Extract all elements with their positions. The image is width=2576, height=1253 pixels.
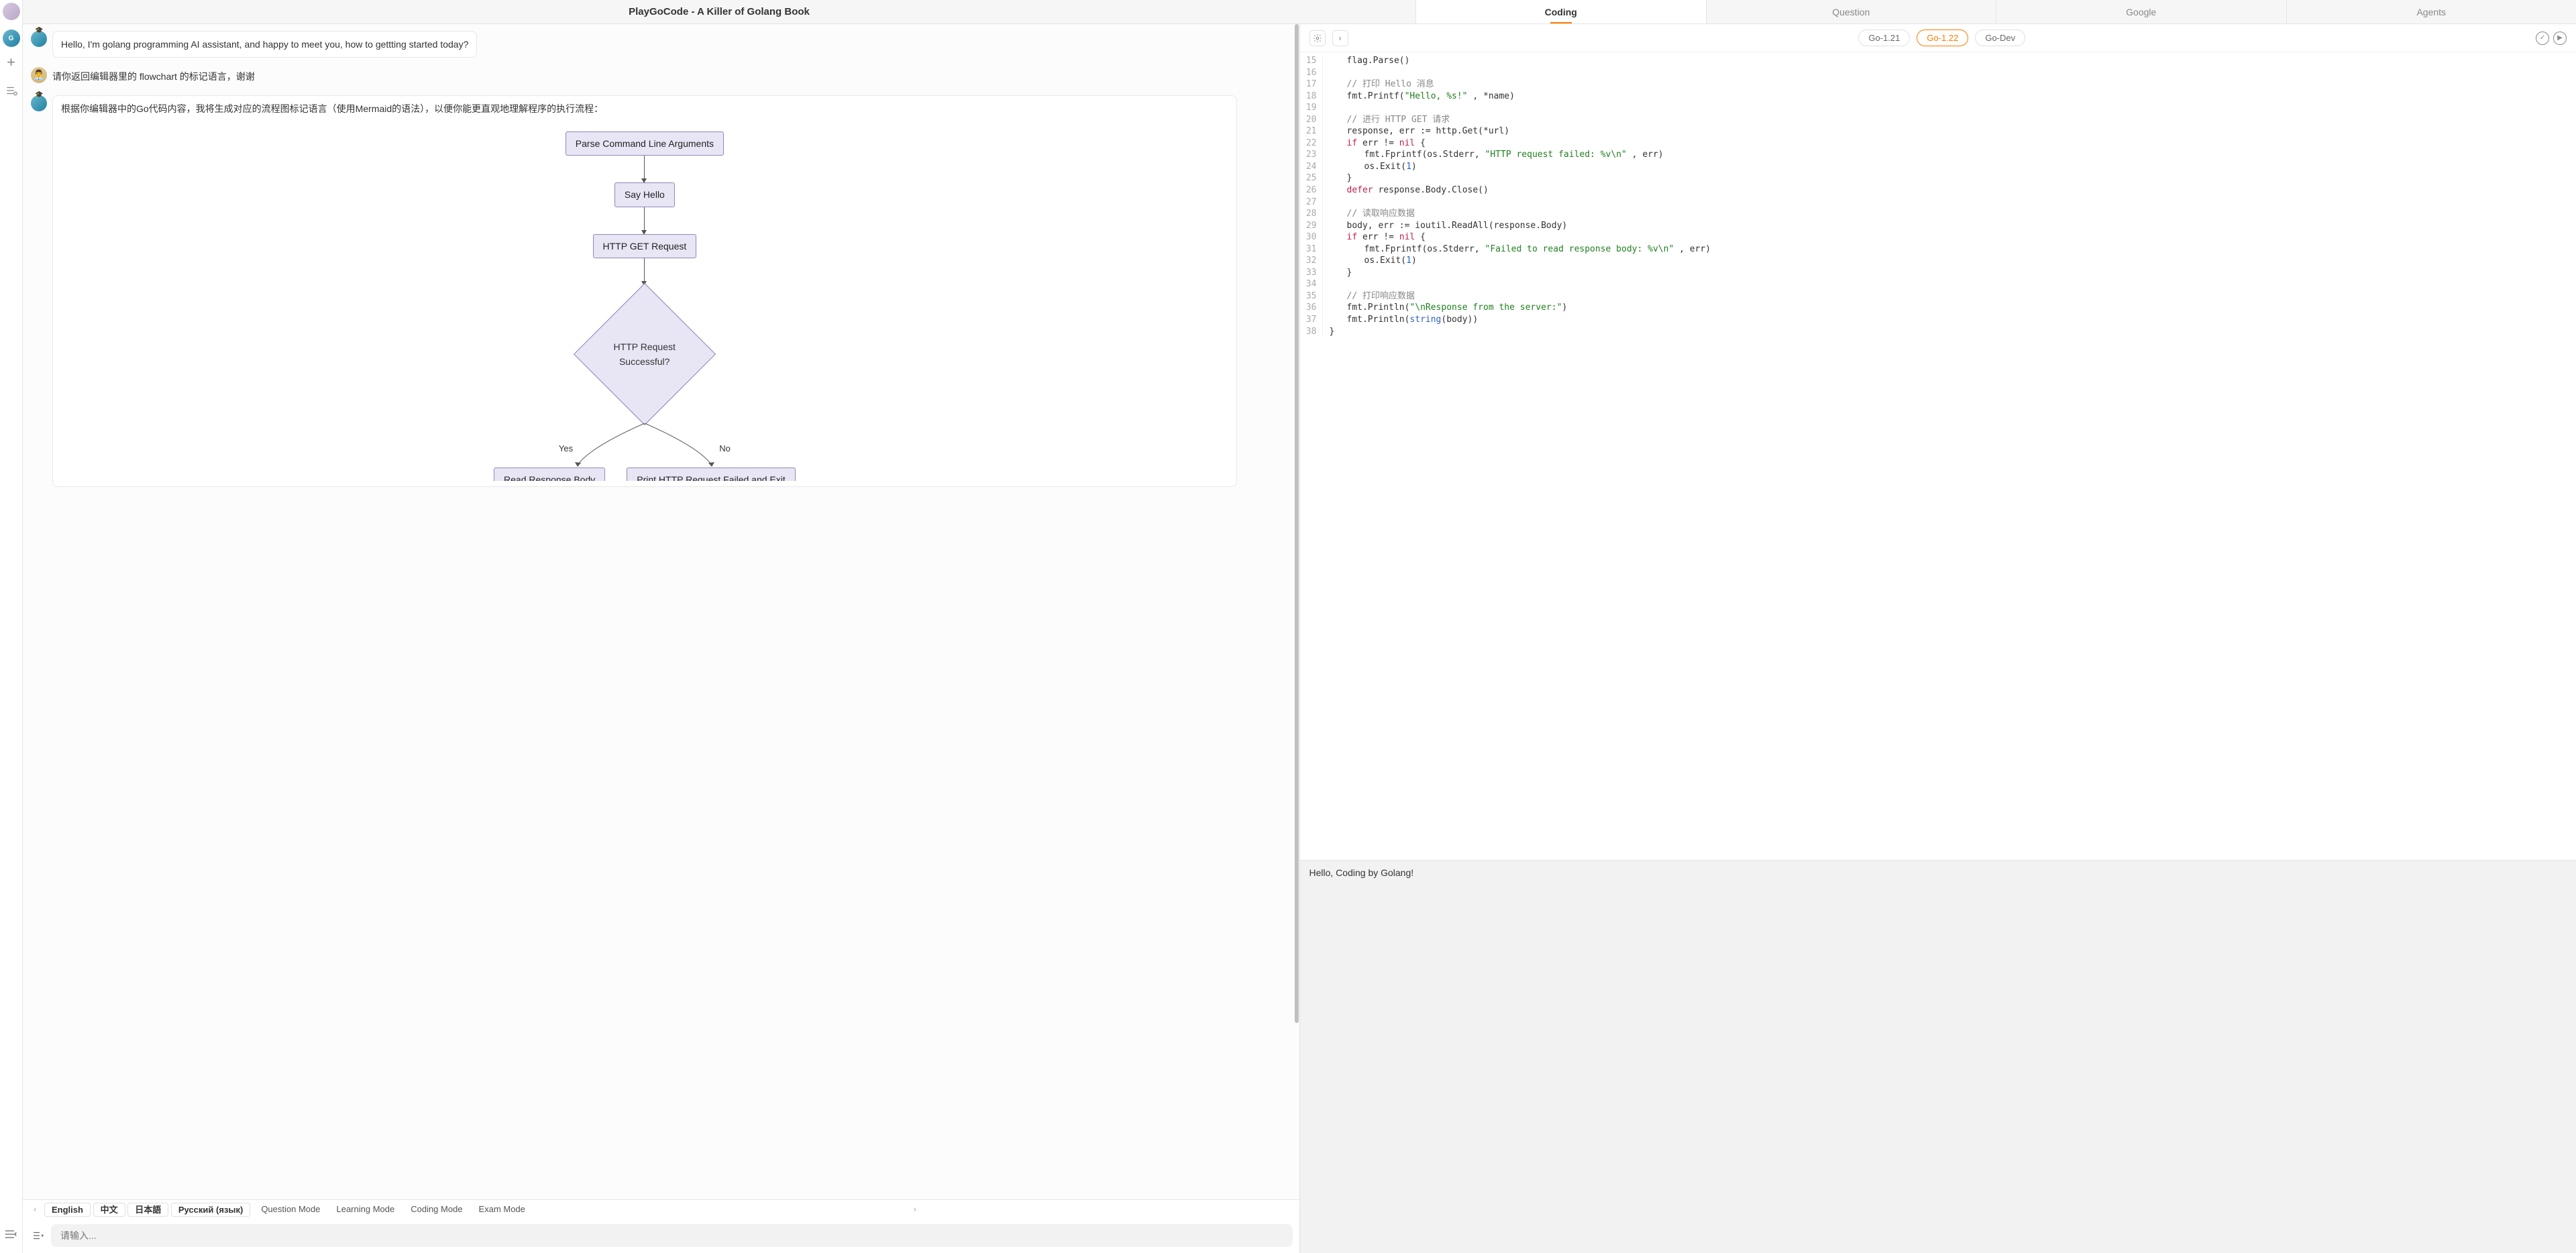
tab-google[interactable]: Google [1996,0,2286,23]
lang-chip[interactable]: Русский (язык) [171,1203,250,1217]
code-line[interactable]: 20// 进行 HTTP GET 请求 [1300,114,2576,126]
assistant-message: 根据你编辑器中的Go代码内容，我将生成对应的流程图标记语言（使用Mermaid的… [31,95,1291,487]
lang-chip[interactable]: 日本語 [127,1203,168,1217]
chat-panel: Hello, I'm golang programming AI assista… [23,24,1299,1199]
tab-question[interactable]: Question [1706,0,1996,23]
code-line[interactable]: 32os.Exit(1) [1300,255,2576,267]
top-tabs: CodingQuestionGoogleAgents [1415,0,2576,23]
mode-chip[interactable]: Learning Mode [328,1203,402,1215]
flow-yes-label: Yes [559,442,573,456]
message-text: Hello, I'm golang programming AI assista… [52,31,477,58]
run-icon[interactable]: ▶ [2553,32,2567,45]
code-line[interactable]: 23fmt.Fprintf(os.Stderr, "HTTP request f… [1300,149,2576,161]
tab-coding[interactable]: Coding [1415,0,1706,23]
mode-chip[interactable]: Question Mode [253,1203,328,1215]
assistant-message: Hello, I'm golang programming AI assista… [31,31,1291,58]
code-line[interactable]: 16 [1300,67,2576,79]
code-line[interactable]: 18fmt.Printf("Hello, %s!" , *name) [1300,91,2576,103]
version-go-dev[interactable]: Go-Dev [1975,30,2025,46]
expand-input-icon[interactable] [30,1228,46,1244]
flow-node: HTTP GET Request [593,234,697,258]
code-line[interactable]: 24os.Exit(1) [1300,161,2576,173]
assistant-avatar-icon [31,31,47,47]
settings-icon[interactable] [1309,30,1326,46]
message-bubble: 根据你编辑器中的Go代码内容，我将生成对应的流程图标记语言（使用Mermaid的… [52,95,1237,487]
code-line[interactable]: 38} [1300,326,2576,338]
code-line[interactable]: 30if err != nil { [1300,231,2576,243]
flow-arrow-icon [644,156,645,182]
message-text: 根据你编辑器中的Go代码内容，我将生成对应的流程图标记语言（使用Mermaid的… [61,101,1228,116]
code-line[interactable]: 35// 打印响应数据 [1300,290,2576,303]
code-line[interactable]: 29body, err := ioutil.ReadAll(response.B… [1300,220,2576,232]
history-icon[interactable] [5,85,17,97]
code-line[interactable]: 15flag.Parse() [1300,55,2576,67]
flow-node: Parse Command Line Arguments [566,131,724,156]
code-line[interactable]: 28// 读取响应数据 [1300,208,2576,220]
tab-agents[interactable]: Agents [2286,0,2576,23]
left-toolbar: G + [0,0,23,1253]
input-row [23,1218,1299,1253]
flow-decision: HTTP Request Successful? [574,283,716,425]
message-text: 请你返回编辑器里的 flowchart 的标记语言，谢谢 [52,67,255,86]
editor-toolbar: › Go-1.21 Go-1.22 Go-Dev ✓ ▶ [1300,24,2576,52]
chat-scrollbar[interactable] [1295,24,1299,1199]
code-line[interactable]: 25} [1300,172,2576,184]
flow-fork: Yes No [531,423,759,470]
lang-chip[interactable]: English [44,1203,91,1217]
code-line[interactable]: 21response, err := http.Get(*url) [1300,125,2576,138]
chat-input[interactable] [51,1224,1293,1247]
user-avatar-icon [31,67,47,83]
flow-arrow-icon [644,207,645,234]
version-go-1.21[interactable]: Go-1.21 [1858,30,1910,46]
check-icon[interactable]: ✓ [2536,32,2549,45]
code-line[interactable]: 17// 打印 Hello 消息 [1300,78,2576,91]
chevron-right-icon[interactable]: › [536,1204,1294,1214]
code-editor[interactable]: 15flag.Parse()16 17// 打印 Hello 消息18fmt.P… [1300,52,2576,860]
breadcrumb-icon[interactable]: › [1332,30,1348,46]
assistant-avatar-icon [31,95,47,111]
flowchart: Parse Command Line Arguments Say Hello H… [61,117,1228,481]
code-line[interactable]: 33} [1300,267,2576,279]
code-line[interactable]: 36fmt.Println("\nResponse from the serve… [1300,302,2576,314]
code-line[interactable]: 26defer response.Body.Close() [1300,184,2576,197]
user-avatar[interactable] [3,3,20,20]
collapse-sidebar-icon[interactable] [4,1230,17,1241]
mode-chip[interactable]: Exam Mode [471,1203,533,1215]
user-message: 请你返回编辑器里的 flowchart 的标记语言，谢谢 [31,67,1291,86]
code-line[interactable]: 37fmt.Println(string(body)) [1300,314,2576,326]
code-line[interactable]: 34 [1300,278,2576,290]
app-logo-icon[interactable]: G [3,30,20,47]
code-line[interactable]: 27 [1300,197,2576,209]
lang-mode-bar: ‹ English 中文 日本語 Русский (язык) Question… [23,1199,1299,1218]
header: PlayGoCode - A Killer of Golang Book Cod… [23,0,2576,24]
new-chat-button[interactable]: + [5,56,17,68]
chevron-left-icon[interactable]: ‹ [28,1204,42,1214]
code-line[interactable]: 22if err != nil { [1300,138,2576,150]
output-text: Hello, Coding by Golang! [1309,867,1414,878]
mode-chip[interactable]: Coding Mode [402,1203,470,1215]
code-line[interactable]: 19 [1300,102,2576,114]
version-go-1.22[interactable]: Go-1.22 [1917,30,1968,46]
code-line[interactable]: 31fmt.Fprintf(os.Stderr, "Failed to read… [1300,243,2576,256]
output-panel: Hello, Coding by Golang! [1300,860,2576,1253]
lang-chip[interactable]: 中文 [93,1203,125,1217]
flow-no-label: No [719,442,731,456]
flow-node: Say Hello [614,182,675,207]
flow-arrow-icon [644,258,645,285]
app-title: PlayGoCode - A Killer of Golang Book [23,0,1415,23]
